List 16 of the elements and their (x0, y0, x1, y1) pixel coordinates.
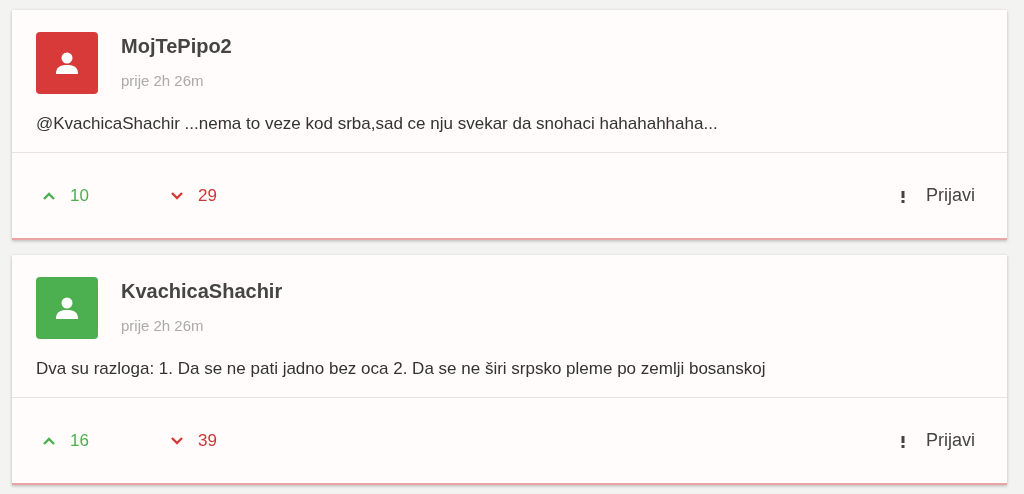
chevron-up-icon (42, 190, 56, 201)
downvote-button[interactable]: 29 (170, 185, 217, 206)
chevron-up-icon (42, 435, 56, 446)
chevron-down-icon (170, 190, 184, 201)
report-button[interactable]: Prijavi (900, 185, 975, 206)
downvote-button[interactable]: 39 (170, 430, 217, 451)
author-name[interactable]: KvachicaShachir (121, 280, 283, 303)
comment-text: Dva su razloga: 1. Da se ne pati jadno bez oca 2. Da se ne širi srpsko pleme po zemlji bosanskoj (36, 359, 767, 380)
author-name[interactable]: MojTePipo2 (121, 35, 232, 58)
user-icon (54, 50, 80, 76)
comment-time: prije 2h 26m (121, 317, 204, 334)
chevron-down-icon (170, 435, 184, 446)
comment-text: @KvachicaShachir ...nema to veze kod srba,sad ce nju svekar da snohaci hahahahhaha... (36, 114, 719, 135)
report-button[interactable]: Prijavi (900, 430, 975, 451)
user-icon (54, 295, 80, 321)
comment-time: prije 2h 26m (121, 72, 204, 89)
